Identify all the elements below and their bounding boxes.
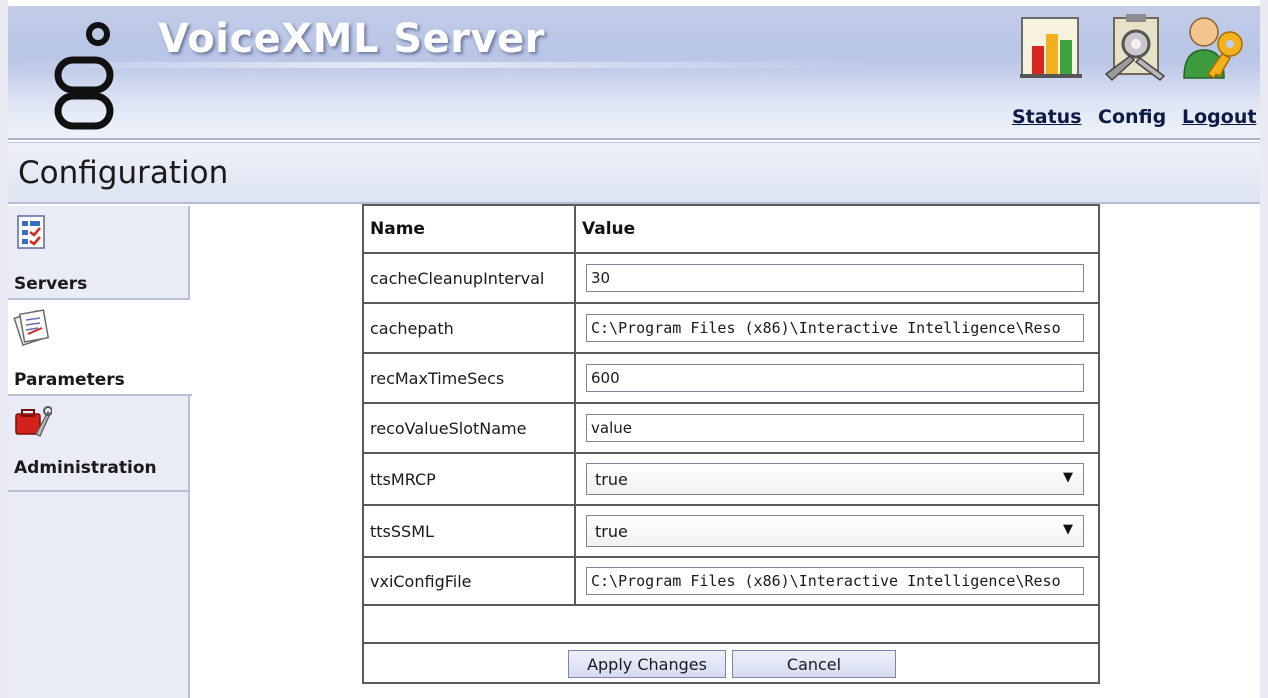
sidebar-item-label: Servers [14, 274, 88, 294]
param-value-input[interactable]: value [586, 414, 1084, 442]
param-value-input[interactable]: C:\Program Files (x86)\Interactive Intel… [586, 314, 1084, 342]
table-row: recMaxTimeSecs 600 [364, 354, 1098, 404]
param-name: vxiConfigFile [364, 558, 576, 604]
param-name: recoValueSlotName [364, 404, 576, 452]
param-name: ttsMRCP [364, 454, 576, 504]
dropdown-arrow-icon: ▼ [1063, 522, 1073, 537]
param-value-input[interactable]: C:\Program Files (x86)\Interactive Intel… [586, 567, 1084, 595]
table-row: cacheCleanupInterval 30 [364, 254, 1098, 304]
apply-changes-button[interactable]: Apply Changes [568, 650, 726, 678]
column-header-value: Value [582, 219, 636, 239]
sidebar: Servers Parameters Administration [8, 206, 192, 698]
sidebar-item-label: Administration [14, 458, 157, 478]
servers-checklist-icon [17, 215, 45, 249]
config-link[interactable]: Config [1098, 106, 1166, 128]
cancel-button[interactable]: Cancel [732, 650, 896, 678]
table-row: ttsSSML true ▼ [364, 506, 1098, 558]
select-value: true [595, 469, 628, 489]
parameters-document-icon [13, 309, 50, 346]
table-row: vxiConfigFile C:\Program Files (x86)\Int… [364, 558, 1098, 606]
config-clipboard-icon[interactable] [1100, 12, 1172, 84]
app-window: VoiceXML Server Status Config Logout Con… [0, 0, 1268, 698]
param-name: ttsSSML [364, 506, 576, 556]
table-row: cachepath C:\Program Files (x86)\Interac… [364, 304, 1098, 354]
table-row: recoValueSlotName value [364, 404, 1098, 454]
dropdown-arrow-icon: ▼ [1063, 470, 1073, 485]
table-row: ttsMRCP true ▼ [364, 454, 1098, 506]
select-value: true [595, 521, 628, 541]
header-banner: VoiceXML Server Status Config Logout [8, 6, 1260, 140]
param-name: recMaxTimeSecs [364, 354, 576, 402]
page-title-bar: Configuration [8, 142, 1260, 204]
sidebar-item-parameters[interactable]: Parameters [8, 300, 192, 396]
status-link[interactable]: Status [1012, 106, 1082, 128]
param-value-input[interactable]: 600 [586, 364, 1084, 392]
sidebar-item-label: Parameters [14, 370, 125, 390]
column-header-name: Name [364, 206, 576, 252]
config-table: Name Value cacheCleanupInterval 30 cache… [362, 204, 1100, 684]
table-actions-row: Apply Changes Cancel [364, 644, 1098, 682]
page-title: Configuration [18, 155, 229, 191]
table-empty-row [364, 606, 1098, 644]
sidebar-item-administration[interactable]: Administration [8, 396, 190, 492]
sidebar-item-servers[interactable]: Servers [8, 206, 190, 300]
param-value-select[interactable]: true ▼ [586, 515, 1084, 547]
param-value-select[interactable]: true ▼ [586, 463, 1084, 495]
table-header-row: Name Value [364, 206, 1098, 254]
param-name: cacheCleanupInterval [364, 254, 576, 302]
status-chart-icon[interactable] [1016, 12, 1088, 84]
app-title: VoiceXML Server [158, 16, 545, 62]
genesys-logo-icon [54, 22, 114, 130]
param-name: cachepath [364, 304, 576, 352]
param-value-input[interactable]: 30 [586, 264, 1084, 292]
logout-link[interactable]: Logout [1182, 106, 1256, 128]
administration-toolbox-icon [15, 406, 52, 437]
logout-user-key-icon[interactable] [1178, 12, 1250, 84]
